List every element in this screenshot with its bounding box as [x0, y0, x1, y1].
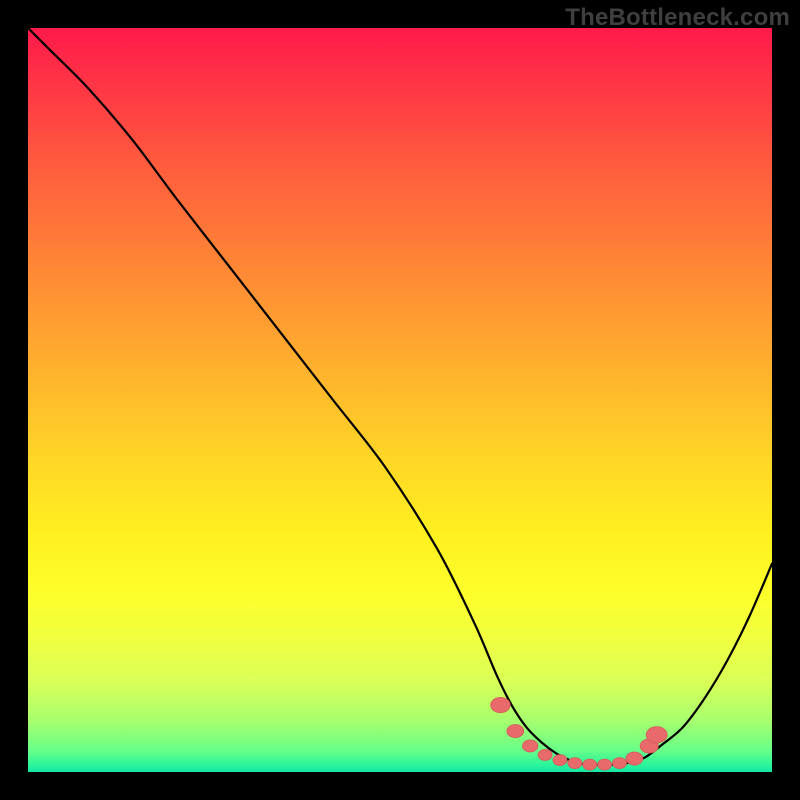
- trough-marker: [553, 755, 567, 766]
- trough-marker: [626, 752, 643, 765]
- curve-layer: [28, 28, 772, 772]
- trough-marker: [507, 725, 524, 738]
- trough-marker: [538, 749, 552, 760]
- trough-marker: [612, 758, 626, 769]
- trough-marker: [491, 697, 511, 712]
- bottleneck-curve: [28, 28, 772, 765]
- watermark-text: TheBottleneck.com: [565, 4, 790, 32]
- trough-marker: [598, 759, 612, 770]
- trough-markers: [491, 697, 668, 770]
- trough-marker: [523, 740, 538, 752]
- plot-area: [28, 28, 772, 772]
- trough-marker: [583, 759, 597, 770]
- trough-marker: [646, 727, 667, 743]
- trough-marker: [568, 758, 582, 769]
- chart-frame: TheBottleneck.com: [0, 0, 800, 800]
